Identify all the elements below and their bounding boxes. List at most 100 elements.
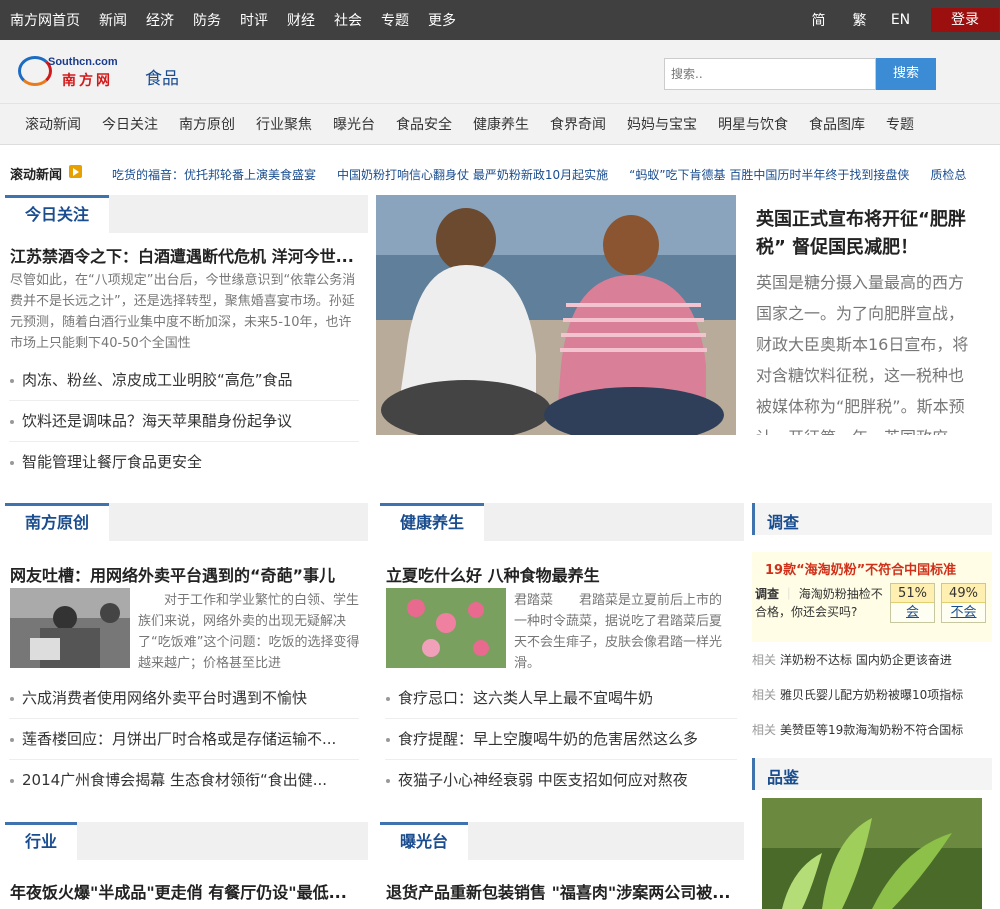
channel-nav-item[interactable]: 南方原创	[179, 114, 235, 134]
channel-nav-item[interactable]: 食品图库	[809, 114, 865, 134]
related-item[interactable]: 相关 雅贝氏婴儿配方奶粉被曝10项指标	[752, 686, 992, 703]
top-nav-commentary[interactable]: 时评	[240, 10, 268, 30]
search-input[interactable]	[664, 58, 876, 90]
tasting-head[interactable]: 品鉴	[767, 764, 799, 788]
play-icon[interactable]	[69, 165, 82, 178]
exposure-section-header: 曝光台	[380, 822, 744, 860]
related-item[interactable]: 相关 洋奶粉不达标 国内奶企更该奋进	[752, 651, 992, 668]
logo-cn: 南方网	[62, 73, 113, 89]
channel-nav-item[interactable]: 明星与饮食	[718, 114, 788, 134]
top-nav-society[interactable]: 社会	[334, 10, 362, 30]
top-bar: 南方网首页 新闻 经济 防务 时评 财经 社会 专题 更多 简 繁 EN 登录	[0, 0, 1000, 40]
logo-en: Southcn.com	[48, 56, 118, 68]
search-box: 搜索	[664, 58, 936, 90]
ticker-item[interactable]: “蚂蚁”吃下肯德基 百胜中国历时半年终于找到接盘侠	[629, 166, 909, 183]
survey-question-tag: 调查	[755, 587, 780, 601]
survey-head[interactable]: 调查	[767, 509, 799, 533]
exposure-headline[interactable]: 退货产品重新包装销售 "福喜肉"涉案两公司被...	[386, 879, 738, 903]
top-right: 简 繁 EN 登录	[798, 0, 1000, 40]
lang-english[interactable]: EN	[880, 12, 921, 28]
channel-nav-item[interactable]: 食品安全	[396, 114, 452, 134]
today-headline[interactable]: 江苏禁酒令之下：白酒遭遇断代危机 洋河今世...	[10, 243, 362, 267]
today-section-header: 今日关注	[5, 195, 368, 233]
today-list: 肉冻、粉丝、凉皮成工业明胶“高危”食品 饮料还是调味品？海天苹果醋身份起争议 智…	[9, 360, 359, 483]
vote-no[interactable]: 49% 不会	[941, 583, 986, 623]
related-item[interactable]: 相关 美赞臣等19款海淘奶粉不符合国标	[752, 721, 992, 738]
health-photo[interactable]	[386, 588, 506, 668]
channel-nav-item[interactable]: 食界奇闻	[550, 114, 606, 134]
list-item[interactable]: 食疗提醒：早上空腹喝牛奶的危害居然这么多	[385, 719, 737, 760]
channel-nav-item[interactable]: 妈妈与宝宝	[627, 114, 697, 134]
tab-original[interactable]: 南方原创	[5, 503, 110, 541]
related-text[interactable]: 美赞臣等19款海淘奶粉不符合国标	[780, 723, 963, 737]
vote-no-option[interactable]: 不会	[942, 603, 985, 623]
vote-yes-percent: 51%	[891, 584, 934, 603]
ticker-item[interactable]: 质检总	[930, 166, 966, 183]
feature-photo[interactable]	[376, 195, 736, 435]
original-photo[interactable]	[10, 588, 130, 668]
login-button[interactable]: 登录	[931, 8, 999, 32]
lang-simplified[interactable]: 简	[798, 10, 839, 30]
list-item[interactable]: 智能管理让餐厅食品更安全	[9, 442, 359, 483]
survey-divider: ｜	[782, 587, 795, 601]
channel-nav-item[interactable]: 专题	[886, 114, 914, 134]
search-button[interactable]: 搜索	[876, 58, 936, 90]
channel-nav: 滚动新闻 今日关注 南方原创 行业聚焦 曝光台 食品安全 健康养生 食界奇闻 妈…	[0, 104, 1000, 145]
channel-nav-item[interactable]: 行业聚焦	[256, 114, 312, 134]
original-photo-image	[10, 588, 130, 668]
list-item[interactable]: 饮料还是调味品？海天苹果醋身份起争议	[9, 401, 359, 442]
ticker-label: 滚动新闻	[10, 168, 63, 183]
tasting-photo-image	[762, 798, 982, 909]
vote-yes[interactable]: 51% 会	[890, 583, 935, 623]
today-summary: 尽管如此，在“八项规定”出台后，今世缘意识到“依靠公务消费并不是长远之计”，还是…	[10, 273, 356, 351]
logo-ring-icon	[18, 56, 52, 86]
top-nav-topics[interactable]: 专题	[381, 10, 409, 30]
top-nav-economy[interactable]: 经济	[146, 10, 174, 30]
tab-industry[interactable]: 行业	[5, 822, 78, 860]
list-item[interactable]: 夜猫子小心神经衰弱 中医支招如何应对熬夜	[385, 760, 737, 801]
channel-nav-item[interactable]: 曝光台	[333, 114, 375, 134]
list-item[interactable]: 肉冻、粉丝、凉皮成工业明胶“高危”食品	[9, 360, 359, 401]
channel-nav-item[interactable]: 滚动新闻	[25, 114, 81, 134]
tab-health[interactable]: 健康养生	[380, 503, 485, 541]
tasting-photo[interactable]	[762, 798, 982, 909]
feature-title[interactable]: 英国正式宣布将开征“肥胖税” 督促国民减肥！	[756, 206, 978, 262]
original-headline[interactable]: 网友吐槽：用网络外卖平台遇到的“奇葩”事儿	[10, 562, 362, 586]
ticker-item[interactable]: 吃货的福音：优托邦轮番上演美食盛宴	[112, 166, 316, 183]
related-tag: 相关	[752, 653, 777, 667]
top-nav-home[interactable]: 南方网首页	[10, 10, 80, 30]
tasting-section-header: 品鉴	[752, 758, 992, 790]
survey-title[interactable]: 19款“海淘奶粉”不符合中国标准	[765, 559, 956, 578]
channel-nav-item[interactable]: 今日关注	[102, 114, 158, 134]
industry-headline[interactable]: 年夜饭火爆"半成品"更走俏 有餐厅仍设"最低...	[10, 879, 362, 903]
ticker-items: 吃货的福音：优托邦轮番上演美食盛宴 中国奶粉打响信心翻身仗 最严奶粉新政10月起…	[112, 166, 987, 183]
channel-title[interactable]: 食品	[145, 64, 179, 89]
feature-text: 英国是糖分摄入量最高的西方国家之一。为了向肥胖宣战，财政大臣奥斯本16日宣布，将…	[756, 273, 969, 435]
list-item[interactable]: 莲香楼回应：月饼出厂时合格或是存储运输不...	[9, 719, 359, 760]
top-nav-more[interactable]: 更多	[428, 10, 456, 30]
vote-yes-option[interactable]: 会	[891, 603, 934, 623]
channel-nav-item[interactable]: 健康养生	[473, 114, 529, 134]
tab-today[interactable]: 今日关注	[5, 195, 110, 233]
list-item[interactable]: 食疗忌口：这六类人早上最不宜喝牛奶	[385, 678, 737, 719]
related-tag: 相关	[752, 723, 777, 737]
vote-no-percent: 49%	[942, 584, 985, 603]
top-nav-finance[interactable]: 财经	[287, 10, 315, 30]
survey-section-header: 调查	[752, 503, 992, 535]
related-text[interactable]: 洋奶粉不达标 国内奶企更该奋进	[780, 653, 952, 667]
related-text[interactable]: 雅贝氏婴儿配方奶粉被曝10项指标	[780, 688, 963, 702]
survey-question: 调查 ｜ 海淘奶粉抽检不合格，你还会买吗?	[755, 585, 885, 621]
health-summary: 君踏菜 君踏菜是立夏前后上市的一种时令蔬菜，据说吃了君踏菜后夏天不会生痱子，皮肤…	[514, 593, 723, 671]
top-nav-news[interactable]: 新闻	[99, 10, 127, 30]
feature-photo-image	[376, 195, 736, 435]
ticker-item[interactable]: 中国奶粉打响信心翻身仗 最严奶粉新政10月起实施	[337, 166, 608, 183]
health-headline[interactable]: 立夏吃什么好 八种食物最养生	[386, 562, 738, 586]
list-item[interactable]: 2014广州食博会揭幕 生态食材领衔“食出健...	[9, 760, 359, 801]
original-list: 六成消费者使用网络外卖平台时遇到不愉快 莲香楼回应：月饼出厂时合格或是存储运输不…	[9, 678, 359, 801]
original-summary: 对于工作和学业繁忙的白领、学生族们来说，网络外卖的出现无疑解决了“吃饭难”这个问…	[138, 593, 360, 671]
southcn-logo[interactable]: Southcn.com 南方网	[18, 54, 128, 90]
list-item[interactable]: 六成消费者使用网络外卖平台时遇到不愉快	[9, 678, 359, 719]
lang-traditional[interactable]: 繁	[839, 10, 880, 30]
tab-exposure[interactable]: 曝光台	[380, 822, 469, 860]
top-nav-defense[interactable]: 防务	[193, 10, 221, 30]
